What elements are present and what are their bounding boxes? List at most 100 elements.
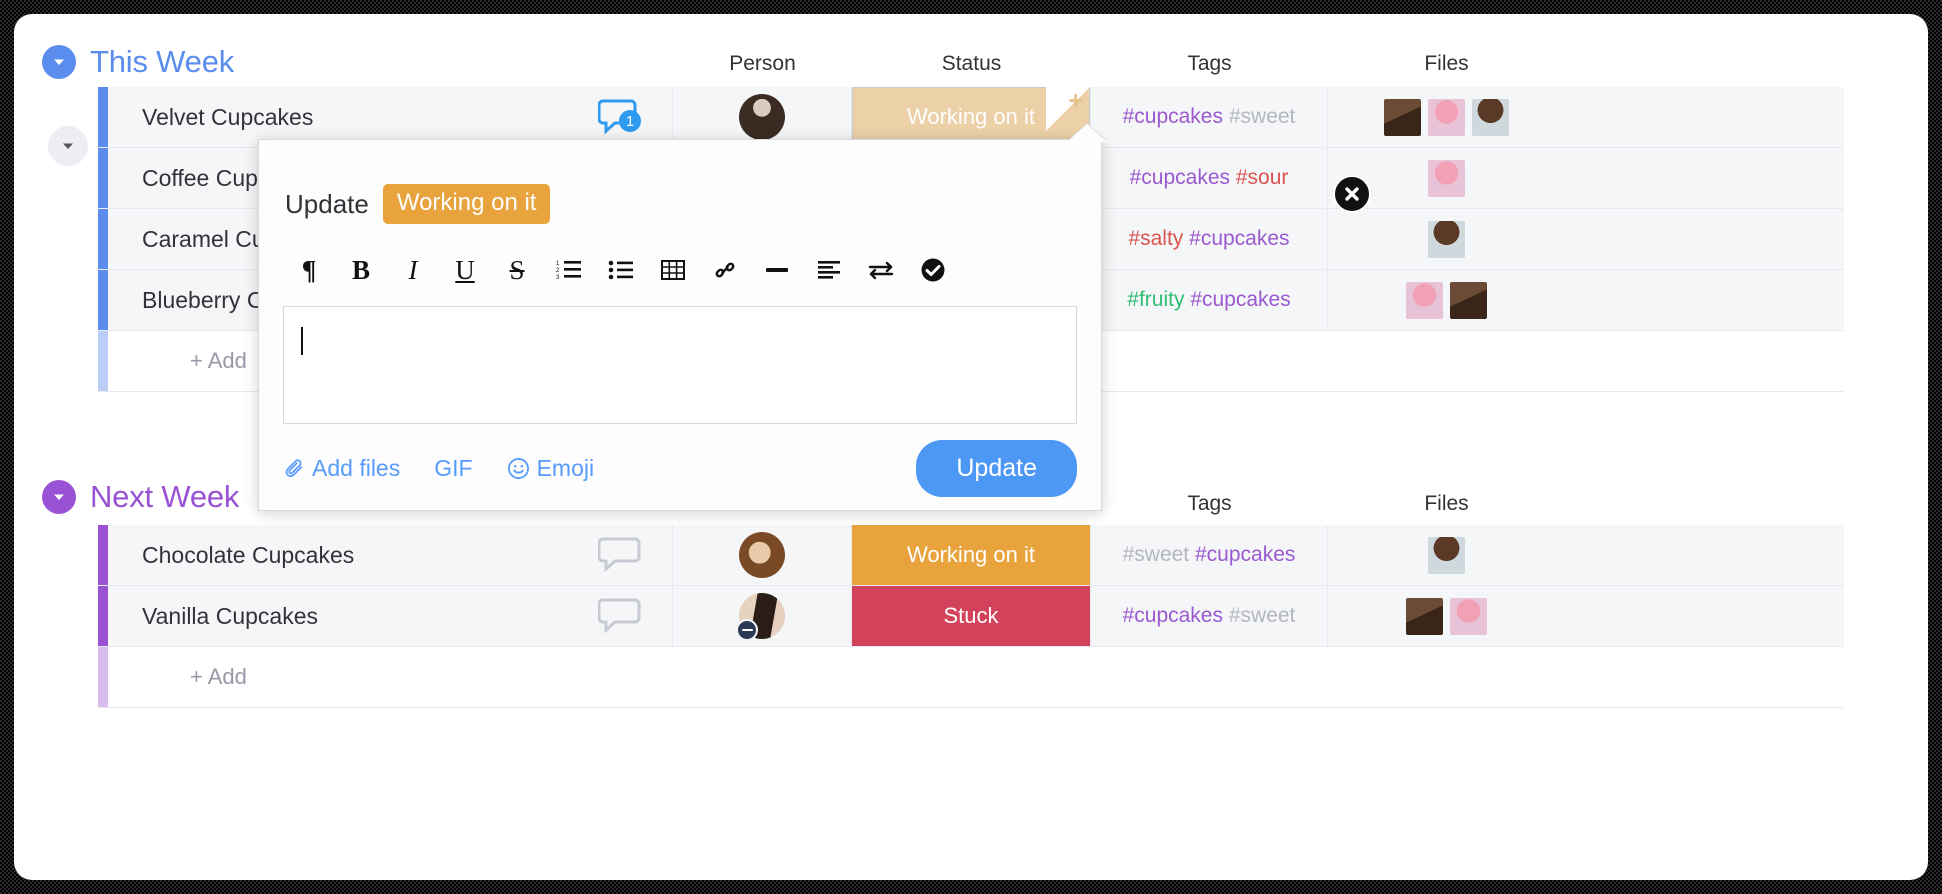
file-thumbnail[interactable] [1406, 281, 1443, 319]
cell-files[interactable] [1328, 209, 1565, 269]
table-icon[interactable] [647, 248, 699, 292]
comments-indicator[interactable] [597, 535, 646, 575]
tag[interactable]: #sweet [1123, 543, 1190, 566]
cell-item-name[interactable]: Chocolate Cupcakes [108, 525, 673, 585]
status-cell-selected[interactable]: Working on it + [852, 87, 1090, 147]
file-thumbnail[interactable] [1450, 597, 1487, 635]
tag[interactable]: #cupcakes [1190, 288, 1290, 311]
cell-tags[interactable]: #salty #cupcakes [1091, 209, 1328, 269]
tag[interactable]: #cupcakes [1123, 105, 1223, 128]
column-header-tags: Tags [1187, 492, 1232, 515]
chat-bubble-icon [597, 537, 641, 573]
cell-person[interactable] [673, 586, 852, 646]
row-expand-toggle[interactable] [48, 126, 88, 166]
item-title: Vanilla Cupcakes [142, 602, 319, 629]
row-accent-bar [98, 87, 108, 147]
avatar[interactable] [739, 532, 785, 578]
file-thumbnail[interactable] [1406, 597, 1443, 635]
cell-tags[interactable]: #fruity #cupcakes [1091, 270, 1328, 330]
file-thumbnail[interactable] [1472, 98, 1509, 136]
cell-files[interactable] [1328, 525, 1565, 585]
cell-item-name[interactable]: Velvet Cupcakes 1 [108, 87, 673, 147]
table-row[interactable]: Vanilla Cupcakes Stuck #cupcakes #sweet [98, 586, 1844, 647]
tag[interactable]: #sweet [1229, 105, 1296, 128]
tag[interactable]: #cupcakes [1189, 227, 1289, 250]
cell-tags[interactable]: #sweet #cupcakes [1091, 525, 1328, 585]
cell-status[interactable]: Working on it [852, 525, 1091, 585]
status-cell[interactable]: Stuck [852, 586, 1090, 646]
status-cell[interactable]: Working on it [852, 525, 1090, 585]
italic-icon[interactable]: I [387, 248, 439, 292]
group-collapse-toggle-this-week[interactable] [42, 45, 76, 79]
table-row[interactable]: Chocolate Cupcakes Working on it #sweet … [98, 525, 1844, 586]
link-icon[interactable] [699, 248, 751, 292]
tag[interactable]: #fruity [1127, 288, 1184, 311]
cell-tags[interactable]: #cupcakes #sweet [1091, 586, 1328, 646]
cell-item-name[interactable]: Vanilla Cupcakes [108, 586, 673, 646]
horizontal-rule-icon[interactable] [751, 248, 803, 292]
tag[interactable]: #sour [1236, 166, 1289, 189]
chat-bubble-icon: 1 [597, 99, 641, 135]
popup-status-chip[interactable]: Working on it [382, 184, 551, 224]
column-header-status: Status [941, 52, 1002, 75]
comments-indicator[interactable] [597, 596, 646, 636]
tag[interactable]: #cupcakes [1195, 543, 1295, 566]
cell-files[interactable] [1328, 270, 1565, 330]
column-header-tags: Tags [1187, 52, 1232, 75]
bullet-list-icon[interactable] [595, 248, 647, 292]
file-thumbnail[interactable] [1450, 281, 1487, 319]
plus-icon[interactable]: + [1068, 89, 1083, 114]
bold-icon[interactable]: B [335, 248, 387, 292]
gif-button[interactable]: GIF [434, 455, 472, 482]
align-left-icon[interactable] [803, 248, 855, 292]
column-header-person: Person [729, 52, 796, 75]
avatar[interactable] [739, 94, 785, 140]
gif-label: GIF [434, 455, 473, 481]
check-circle-icon[interactable] [907, 248, 959, 292]
cell-status[interactable]: Stuck [852, 586, 1091, 646]
update-submit-button[interactable]: Update [916, 440, 1077, 497]
svg-text:1: 1 [556, 261, 560, 267]
file-thumbnail[interactable] [1428, 98, 1465, 136]
underline-icon[interactable]: U [439, 248, 491, 292]
paragraph-icon[interactable]: ¶ [283, 248, 335, 292]
item-title: Velvet Cupcakes [142, 103, 314, 130]
file-thumbnail[interactable] [1384, 98, 1421, 136]
emoji-button[interactable]: Emoji [507, 455, 595, 482]
avatar-image [739, 94, 785, 140]
comments-indicator[interactable]: 1 [597, 97, 646, 137]
close-popup-button[interactable] [1333, 175, 1371, 213]
cell-tags[interactable]: #cupcakes #sour [1091, 148, 1328, 208]
add-files-button[interactable]: Add files [283, 455, 400, 482]
cell-files[interactable] [1328, 87, 1565, 147]
ordered-list-icon[interactable]: 1 2 3 [543, 248, 595, 292]
do-not-disturb-badge [736, 619, 758, 641]
file-thumbnail[interactable] [1428, 220, 1465, 258]
popup-title: Update [285, 188, 369, 219]
tag[interactable]: #sweet [1229, 604, 1296, 627]
group-collapse-toggle-next-week[interactable] [42, 480, 76, 514]
text-caret [301, 327, 303, 355]
add-item-row-next-week[interactable]: + Add [98, 647, 1844, 708]
file-thumbnail[interactable] [1428, 536, 1465, 574]
cell-person[interactable] [673, 87, 852, 147]
tag[interactable]: #cupcakes [1130, 166, 1230, 189]
emoji-label: Emoji [536, 455, 595, 481]
cell-status[interactable]: Working on it + [852, 87, 1091, 147]
tag[interactable]: #cupcakes [1123, 604, 1223, 627]
cell-files[interactable] [1328, 586, 1565, 646]
avatar[interactable] [736, 593, 785, 641]
cell-person[interactable] [673, 525, 852, 585]
cell-tags[interactable]: #cupcakes #sweet [1091, 87, 1328, 147]
row-accent-bar [98, 148, 108, 208]
add-files-label: Add files [312, 455, 401, 481]
chevron-down-icon [63, 143, 73, 149]
file-thumbnail[interactable] [1428, 159, 1465, 197]
paperclip-icon [285, 458, 303, 477]
exchange-arrows-icon[interactable] [855, 248, 907, 292]
strikethrough-icon[interactable]: S [491, 248, 543, 292]
tag[interactable]: #salty [1128, 227, 1183, 250]
cell-add-item[interactable]: + Add [108, 647, 673, 707]
row-accent-bar [98, 586, 108, 646]
update-editor[interactable] [283, 306, 1077, 424]
